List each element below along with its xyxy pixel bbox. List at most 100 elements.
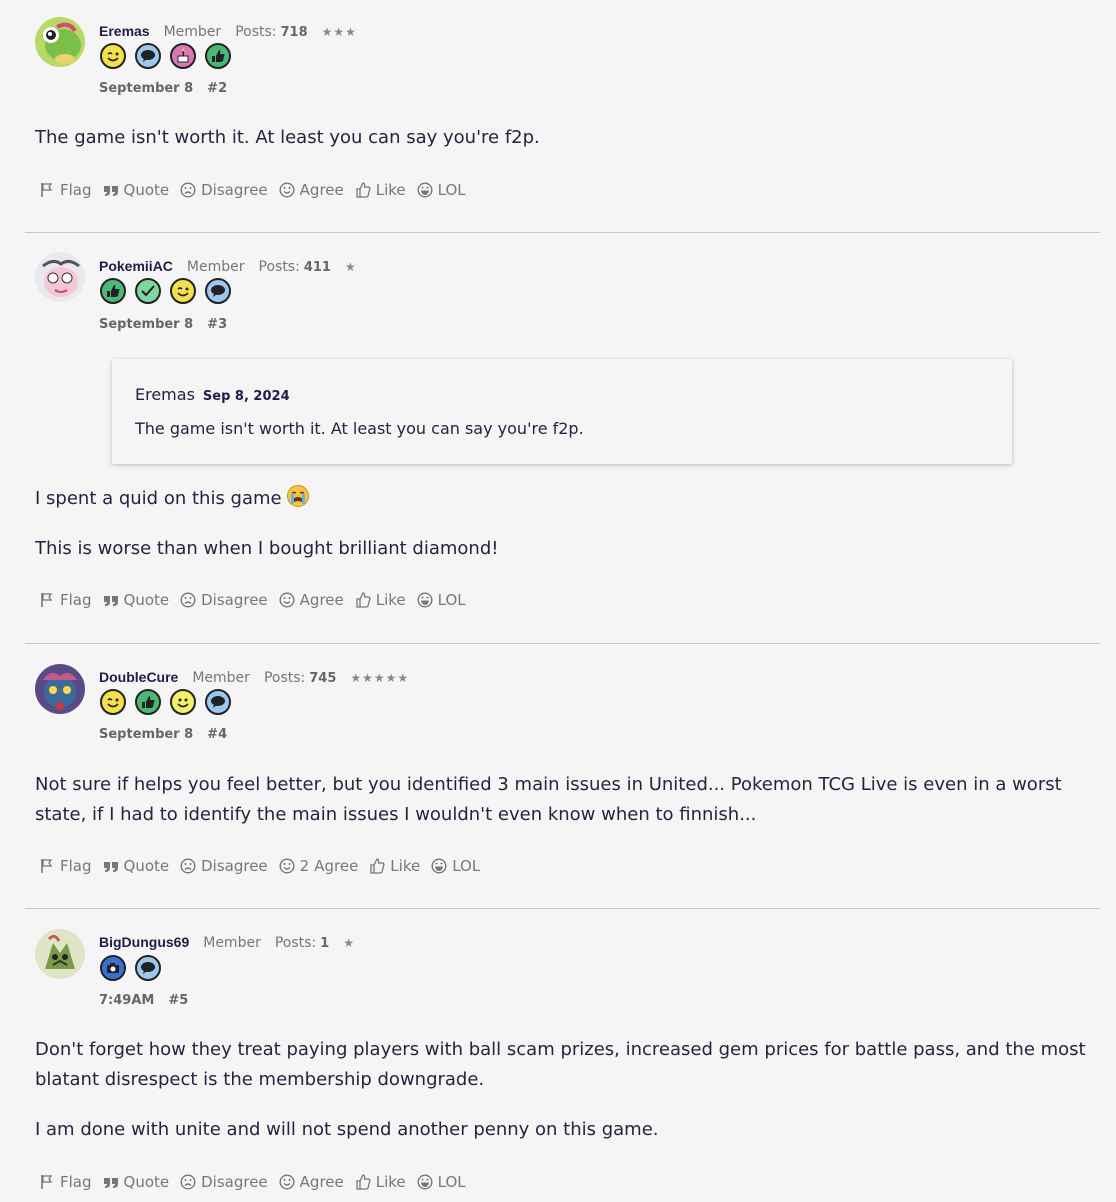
flag-button[interactable]: Flag [39,591,92,609]
user-role: Member [203,935,261,951]
disagree-button[interactable]: Disagree [180,591,268,609]
agree-button[interactable]: 2 Agree [279,857,358,875]
flag-label: Flag [60,857,92,875]
post-dateline: 7:49AM #5 [99,993,188,1008]
post-number[interactable]: #5 [168,993,188,1008]
avatar-pokemiiac[interactable] [35,252,85,302]
post-number[interactable]: #4 [207,727,227,742]
cake-badge-icon[interactable] [170,43,196,69]
like-button[interactable]: Like [355,591,406,609]
agree-button[interactable]: Agree [279,591,344,609]
lol-label: LOL [437,1173,466,1191]
post-actions: Flag Quote Disagree 2 Agree Like LOL [39,857,491,875]
quote-label: Quote [123,181,170,199]
like-label: Like [375,591,406,609]
posts-count: 745 [309,671,337,686]
lol-button[interactable]: LOL [417,591,466,609]
avatar-eremas[interactable] [35,17,85,67]
thumbs-up-badge-icon[interactable] [100,278,126,304]
disagree-button[interactable]: Disagree [180,857,268,875]
laugh-icon [417,1174,433,1190]
flag-button[interactable]: Flag [39,857,92,875]
username[interactable]: BigDungus69 [99,934,189,950]
quote-date[interactable]: Sep 8, 2024 [203,389,290,404]
quote-button[interactable]: Quote [103,591,169,609]
wink-badge-icon[interactable] [100,689,126,715]
like-label: Like [390,857,421,875]
smile-icon [279,182,295,198]
flag-icon [41,1175,53,1189]
smile-badge-icon[interactable] [170,689,196,715]
thumbs-up-badge-icon[interactable] [135,689,161,715]
laugh-icon [417,592,433,608]
disagree-button[interactable]: Disagree [180,181,268,199]
post-content: Don't forget how they treat paying playe… [35,1035,1090,1165]
post-3: PokemiiAC Member Posts: 411 ★ September … [25,233,1100,643]
flag-button[interactable]: Flag [39,181,92,199]
post-5: BigDungus69 Member Posts: 1 ★ 7:49AM #5 D… [25,909,1100,1202]
wink-badge-icon[interactable] [170,278,196,304]
lol-button[interactable]: LOL [417,181,466,199]
agree-label: Agree [299,591,344,609]
avatar-bigdungus69[interactable] [35,929,85,979]
comment-badge-icon[interactable] [135,43,161,69]
post-paragraph: This is worse than when I bought brillia… [35,538,499,559]
smile-icon [279,592,295,608]
laugh-icon [417,182,433,198]
like-button[interactable]: Like [355,1173,406,1191]
like-button[interactable]: Like [355,181,406,199]
post-number[interactable]: #3 [207,317,227,332]
quote-label: Quote [123,857,170,875]
disagree-button[interactable]: Disagree [180,1173,268,1191]
thumbs-up-icon [370,858,385,874]
disagree-label: Disagree [201,181,268,199]
user-role: Member [192,670,250,686]
post-content: Not sure if helps you feel better, but y… [35,770,1090,850]
rank-stars: ★ [344,260,357,274]
like-label: Like [375,181,406,199]
flag-icon [41,593,53,607]
comment-badge-icon[interactable] [205,278,231,304]
flag-label: Flag [60,1173,92,1191]
camera-badge-icon[interactable] [100,955,126,981]
laugh-icon [431,858,447,874]
disagree-label: Disagree [201,857,268,875]
post-paragraph-text: I spent a quid on this game [35,488,282,509]
post-number[interactable]: #2 [207,81,227,96]
rank-stars: ★ [343,936,355,950]
frown-icon [180,858,196,874]
disagree-label: Disagree [201,1173,268,1191]
username[interactable]: PokemiiAC [99,258,173,274]
lol-button[interactable]: LOL [417,1173,466,1191]
agree-button[interactable]: Agree [279,181,344,199]
post-date[interactable]: 7:49AM [99,993,154,1008]
posts-count: 1 [320,936,330,951]
checkmark-badge-icon[interactable] [135,278,161,304]
post-date[interactable]: September 8 [99,81,193,96]
flag-button[interactable]: Flag [39,1173,92,1191]
lol-button[interactable]: LOL [431,857,480,875]
badge-row [100,278,231,304]
like-button[interactable]: Like [369,857,420,875]
frown-icon [180,592,196,608]
avatar-doublecure[interactable] [35,664,85,714]
username[interactable]: DoubleCure [99,669,178,685]
post-4: DoubleCure Member Posts: 745 ★★★★★ Septe… [25,644,1100,908]
user-meta: BigDungus69 Member Posts: 1 ★ [99,934,355,951]
quote-icon [103,862,118,872]
user-meta: Eremas Member Posts: 718 ★★★ [99,23,357,40]
quote-author[interactable]: Eremas [135,385,195,404]
quote-button[interactable]: Quote [103,181,170,199]
post-date[interactable]: September 8 [99,727,193,742]
quote-button[interactable]: Quote [103,1173,169,1191]
username[interactable]: Eremas [99,23,150,39]
post-content: The game isn't worth it. At least you ca… [35,123,1090,173]
comment-badge-icon[interactable] [135,955,161,981]
quote-button[interactable]: Quote [103,857,170,875]
post-paragraph: I am done with unite and will not spend … [35,1119,659,1140]
agree-button[interactable]: Agree [279,1173,344,1191]
comment-badge-icon[interactable] [205,689,231,715]
wink-badge-icon[interactable] [100,43,126,69]
post-date[interactable]: September 8 [99,317,193,332]
thumbs-up-badge-icon[interactable] [205,43,231,69]
